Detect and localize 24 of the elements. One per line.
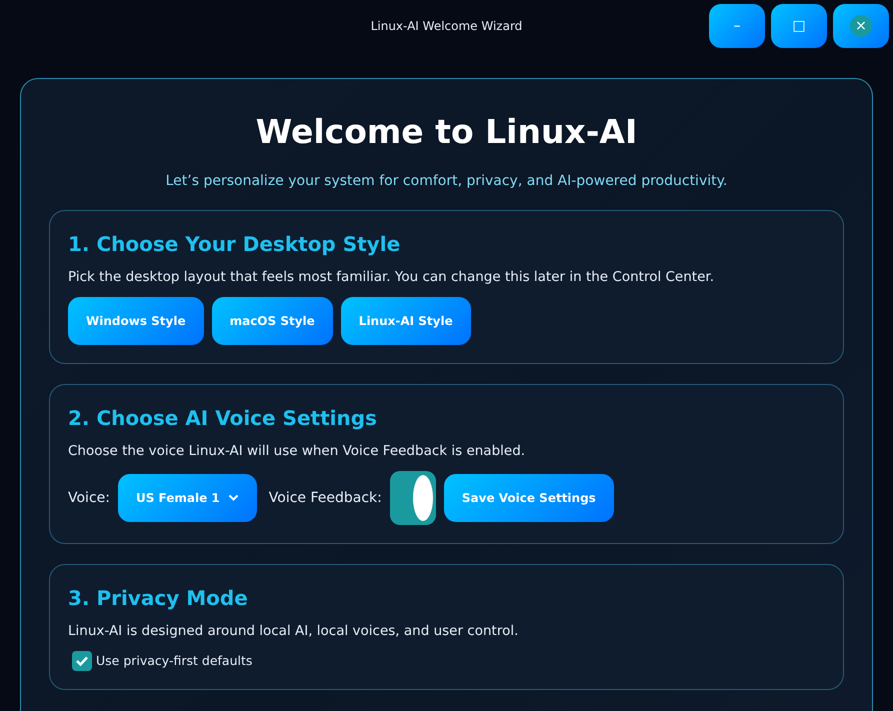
section-description: Linux-AI is designed around local AI, local voices, and user control. [68,622,520,641]
page-heading: Welcome to Linux-AI [254,111,638,153]
minimize-button[interactable]: – [709,4,765,48]
style-button[interactable]: Linux-AI Style [340,296,471,345]
save-button[interactable]: Save Voice Settings [444,474,614,522]
voice-feedback-toggle[interactable] [390,471,436,525]
checkbox[interactable] [72,651,92,672]
check-icon [75,655,89,668]
section-title: 2. Choose AI Voice Settings [68,404,378,432]
maximize-button[interactable]: □ [771,4,827,48]
close-button[interactable]: × [833,4,889,48]
checkbox-label: Use privacy-first defaults [96,652,252,670]
window-title: Linux-AI Welcome Wizard [370,18,522,35]
section-description: Choose the voice Linux-AI will use when Voice Feedback is enabled. [68,442,526,461]
feedback-label: Voice Feedback: [268,488,382,508]
style-button[interactable]: macOS Style [212,296,333,345]
section-title: 1. Choose Your Desktop Style [68,230,402,258]
voice-label: Voice: [68,488,110,508]
section-title: 3. Privacy Mode [68,585,249,612]
style-button[interactable]: Windows Style [68,296,204,345]
chevron-down-icon [228,494,239,502]
subtitle: Let’s personalize your system for comfort, privacy, and AI-powered productivity. [164,172,728,190]
voice-dropdown[interactable]: US Female 1 [118,474,257,522]
section-description: Pick the desktop layout that feels most familiar. You can change this later in the Control Center. [68,268,715,286]
